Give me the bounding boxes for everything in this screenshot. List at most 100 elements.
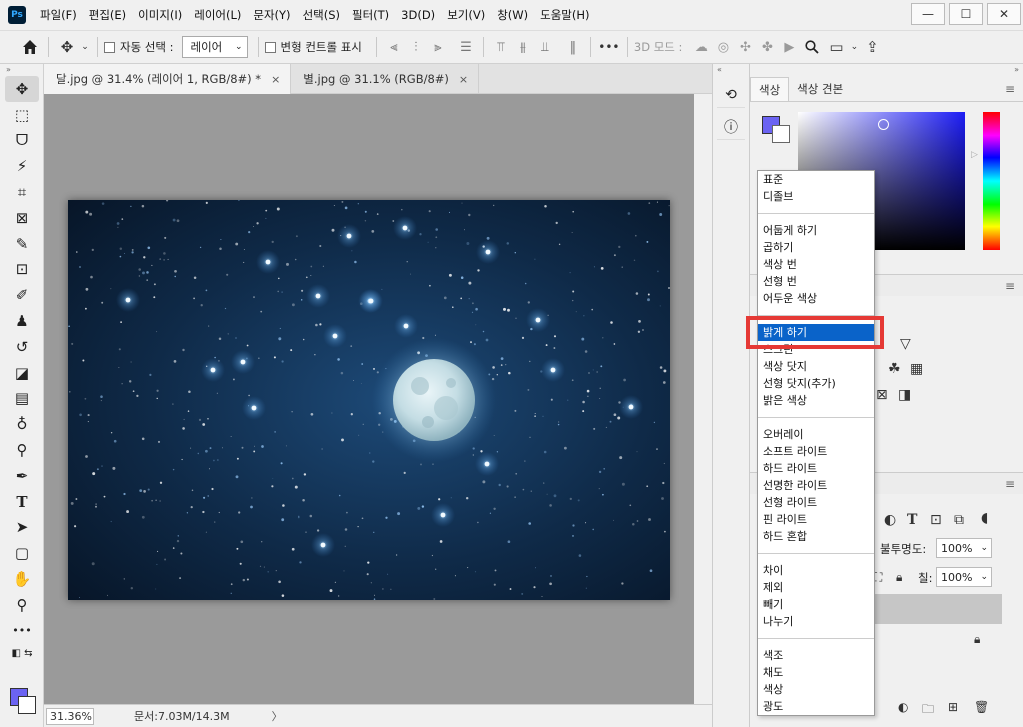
blend-mode-option[interactable]: 어두운 색상 — [758, 290, 874, 307]
close-window-button[interactable]: ✕ — [987, 3, 1021, 25]
chevron-down-icon[interactable]: ⌄ — [848, 35, 860, 59]
color-panel-background-swatch[interactable] — [772, 125, 790, 143]
align-center-icon[interactable]: ⫶ — [405, 37, 427, 57]
brush-tool-icon[interactable]: ✐ — [5, 282, 39, 308]
threshold-icon[interactable]: ⊠ — [876, 387, 888, 403]
magic-wand-tool-icon[interactable]: ⚡ — [5, 153, 39, 179]
layer-row-selected[interactable] — [874, 594, 1002, 624]
orbit-3d-icon[interactable]: ☁ — [690, 37, 712, 57]
menu-select[interactable]: 선택(S) — [297, 0, 346, 30]
healing-brush-tool-icon[interactable]: ⊡ — [5, 257, 39, 283]
workspace-icon[interactable]: ▭ — [824, 35, 848, 59]
blend-mode-option[interactable]: 선명한 라이트 — [758, 477, 874, 494]
opacity-field[interactable]: 100% ⌄ — [936, 538, 992, 558]
info-panel-icon[interactable]: ⓘ — [717, 114, 745, 140]
history-panel-icon[interactable]: ⟲ — [717, 82, 745, 108]
blend-mode-option[interactable]: 하드 혼합 — [758, 528, 874, 545]
home-icon[interactable] — [18, 35, 42, 59]
eyedropper-tool-icon[interactable]: ✎ — [5, 231, 39, 257]
blend-mode-option[interactable]: 색조 — [758, 647, 874, 664]
menu-filter[interactable]: 필터(T) — [346, 0, 395, 30]
menu-3d[interactable]: 3D(D) — [395, 0, 441, 30]
menu-help[interactable]: 도움말(H) — [534, 0, 595, 30]
auto-select-checkbox[interactable] — [104, 41, 115, 53]
edit-toolbar-icon[interactable]: ••• — [5, 618, 39, 644]
blend-mode-option[interactable]: 빼기 — [758, 596, 874, 613]
menu-image[interactable]: 이미지(I) — [132, 0, 188, 30]
chevron-right-icon[interactable]: 〉 — [272, 708, 283, 724]
new-group-icon[interactable]: 🗀 — [922, 700, 934, 721]
camera-3d-icon[interactable]: ▶ — [778, 37, 800, 57]
lock-all-icon[interactable]: 🔒︎ — [896, 570, 902, 585]
distribute-vertical-icon[interactable]: ‖ — [562, 37, 584, 57]
blend-mode-option[interactable]: 광도 — [758, 698, 874, 715]
blend-mode-option[interactable]: 선형 번 — [758, 273, 874, 290]
more-options-icon[interactable]: ••• — [597, 35, 621, 59]
hue-slider[interactable] — [983, 112, 1000, 250]
frame-tool-icon[interactable]: ⊠ — [5, 205, 39, 231]
new-layer-icon[interactable]: ⊞ — [948, 700, 958, 714]
adjustment-layer-icon[interactable]: ◐ — [898, 700, 908, 714]
menu-edit[interactable]: 편집(E) — [83, 0, 132, 30]
type-filter-icon[interactable]: T — [907, 512, 917, 528]
blur-tool-icon[interactable]: ♁ — [5, 411, 39, 437]
zoom-tool-icon[interactable]: ⚲ — [5, 592, 39, 618]
adjustment-filter-icon[interactable]: ◐ — [884, 512, 896, 528]
stamp-tool-icon[interactable]: ♟ — [5, 308, 39, 334]
lasso-tool-icon[interactable]: ᗜ — [5, 128, 39, 154]
menu-type[interactable]: 문자(Y) — [247, 0, 296, 30]
menu-window[interactable]: 창(W) — [491, 0, 534, 30]
gradient-tool-icon[interactable]: ▤ — [5, 386, 39, 412]
eraser-tool-icon[interactable]: ◪ — [5, 360, 39, 386]
marquee-tool-icon[interactable]: ⬚ — [5, 102, 39, 128]
hand-tool-icon[interactable]: ✋ — [5, 566, 39, 592]
shape-tool-icon[interactable]: ▢ — [5, 540, 39, 566]
search-icon[interactable] — [800, 35, 824, 59]
vertical-scrollbar[interactable] — [694, 94, 712, 706]
roll-3d-icon[interactable]: ◎ — [712, 37, 734, 57]
align-bottom-icon[interactable]: ⫫ — [534, 37, 556, 57]
minimize-button[interactable]: — — [911, 3, 945, 25]
tab-swatches[interactable]: 색상 견본 — [789, 77, 851, 101]
grid-lookup-icon[interactable]: ▦ — [910, 361, 923, 377]
adjustment-triangle-icon[interactable]: ▽ — [900, 336, 911, 352]
menu-file[interactable]: 파일(F) — [34, 0, 83, 30]
gradient-map-icon[interactable]: ◨ — [898, 387, 911, 403]
blend-mode-option[interactable]: 하드 라이트 — [758, 460, 874, 477]
dodge-tool-icon[interactable]: ⚲ — [5, 437, 39, 463]
blend-mode-option[interactable]: 선형 라이트 — [758, 494, 874, 511]
menu-view[interactable]: 보기(V) — [441, 0, 491, 30]
tab-star-document[interactable]: 별.jpg @ 31.1% (RGB/8#) × — [291, 64, 480, 94]
tab-color[interactable]: 색상 — [750, 77, 790, 101]
color-picker-cursor[interactable] — [878, 119, 889, 130]
smart-object-filter-icon[interactable]: ⧉ — [954, 512, 964, 528]
close-icon[interactable]: × — [271, 73, 280, 86]
restore-button[interactable]: ☐ — [949, 3, 983, 25]
zoom-level-field[interactable]: 31.36% — [46, 707, 94, 725]
menu-layer[interactable]: 레이어(L) — [188, 0, 247, 30]
blend-mode-option[interactable]: 제외 — [758, 579, 874, 596]
panel-menu-icon[interactable]: ≡ — [1005, 477, 1015, 491]
blend-mode-option[interactable]: 채도 — [758, 664, 874, 681]
align-middle-icon[interactable]: ⫵ — [512, 37, 534, 57]
shape-filter-icon[interactable]: ⊡ — [930, 512, 942, 528]
type-tool-icon[interactable]: T — [5, 489, 39, 515]
blend-mode-option[interactable]: 디졸브 — [758, 188, 874, 205]
trash-icon[interactable]: 🗑︎ — [974, 700, 989, 714]
pan-3d-icon[interactable]: ✣ — [734, 37, 756, 57]
blend-mode-option[interactable]: 나누기 — [758, 613, 874, 630]
blend-mode-option[interactable]: 색상 닷지 — [758, 358, 874, 375]
align-top-icon[interactable]: ⫪ — [490, 37, 512, 57]
align-right-icon[interactable]: ⫸ — [427, 37, 449, 57]
blend-mode-option[interactable]: 소프트 라이트 — [758, 443, 874, 460]
blend-mode-option[interactable]: 어둡게 하기 — [758, 222, 874, 239]
blend-mode-option[interactable]: 선형 닷지(추가) — [758, 375, 874, 392]
swap-colors-icon[interactable]: ◧ ⇆ — [5, 644, 39, 664]
slide-3d-icon[interactable]: ✤ — [756, 37, 778, 57]
tab-moon-document[interactable]: 달.jpg @ 31.4% (레이어 1, RGB/8#) * × — [44, 64, 292, 94]
document-canvas-image[interactable] — [68, 199, 670, 600]
filter-toggle-icon[interactable]: ◖ — [981, 510, 988, 526]
align-left-icon[interactable]: ⫷ — [383, 37, 405, 57]
path-selection-tool-icon[interactable]: ➤ — [5, 515, 39, 541]
channel-mixer-icon[interactable]: ☘ — [888, 361, 901, 377]
